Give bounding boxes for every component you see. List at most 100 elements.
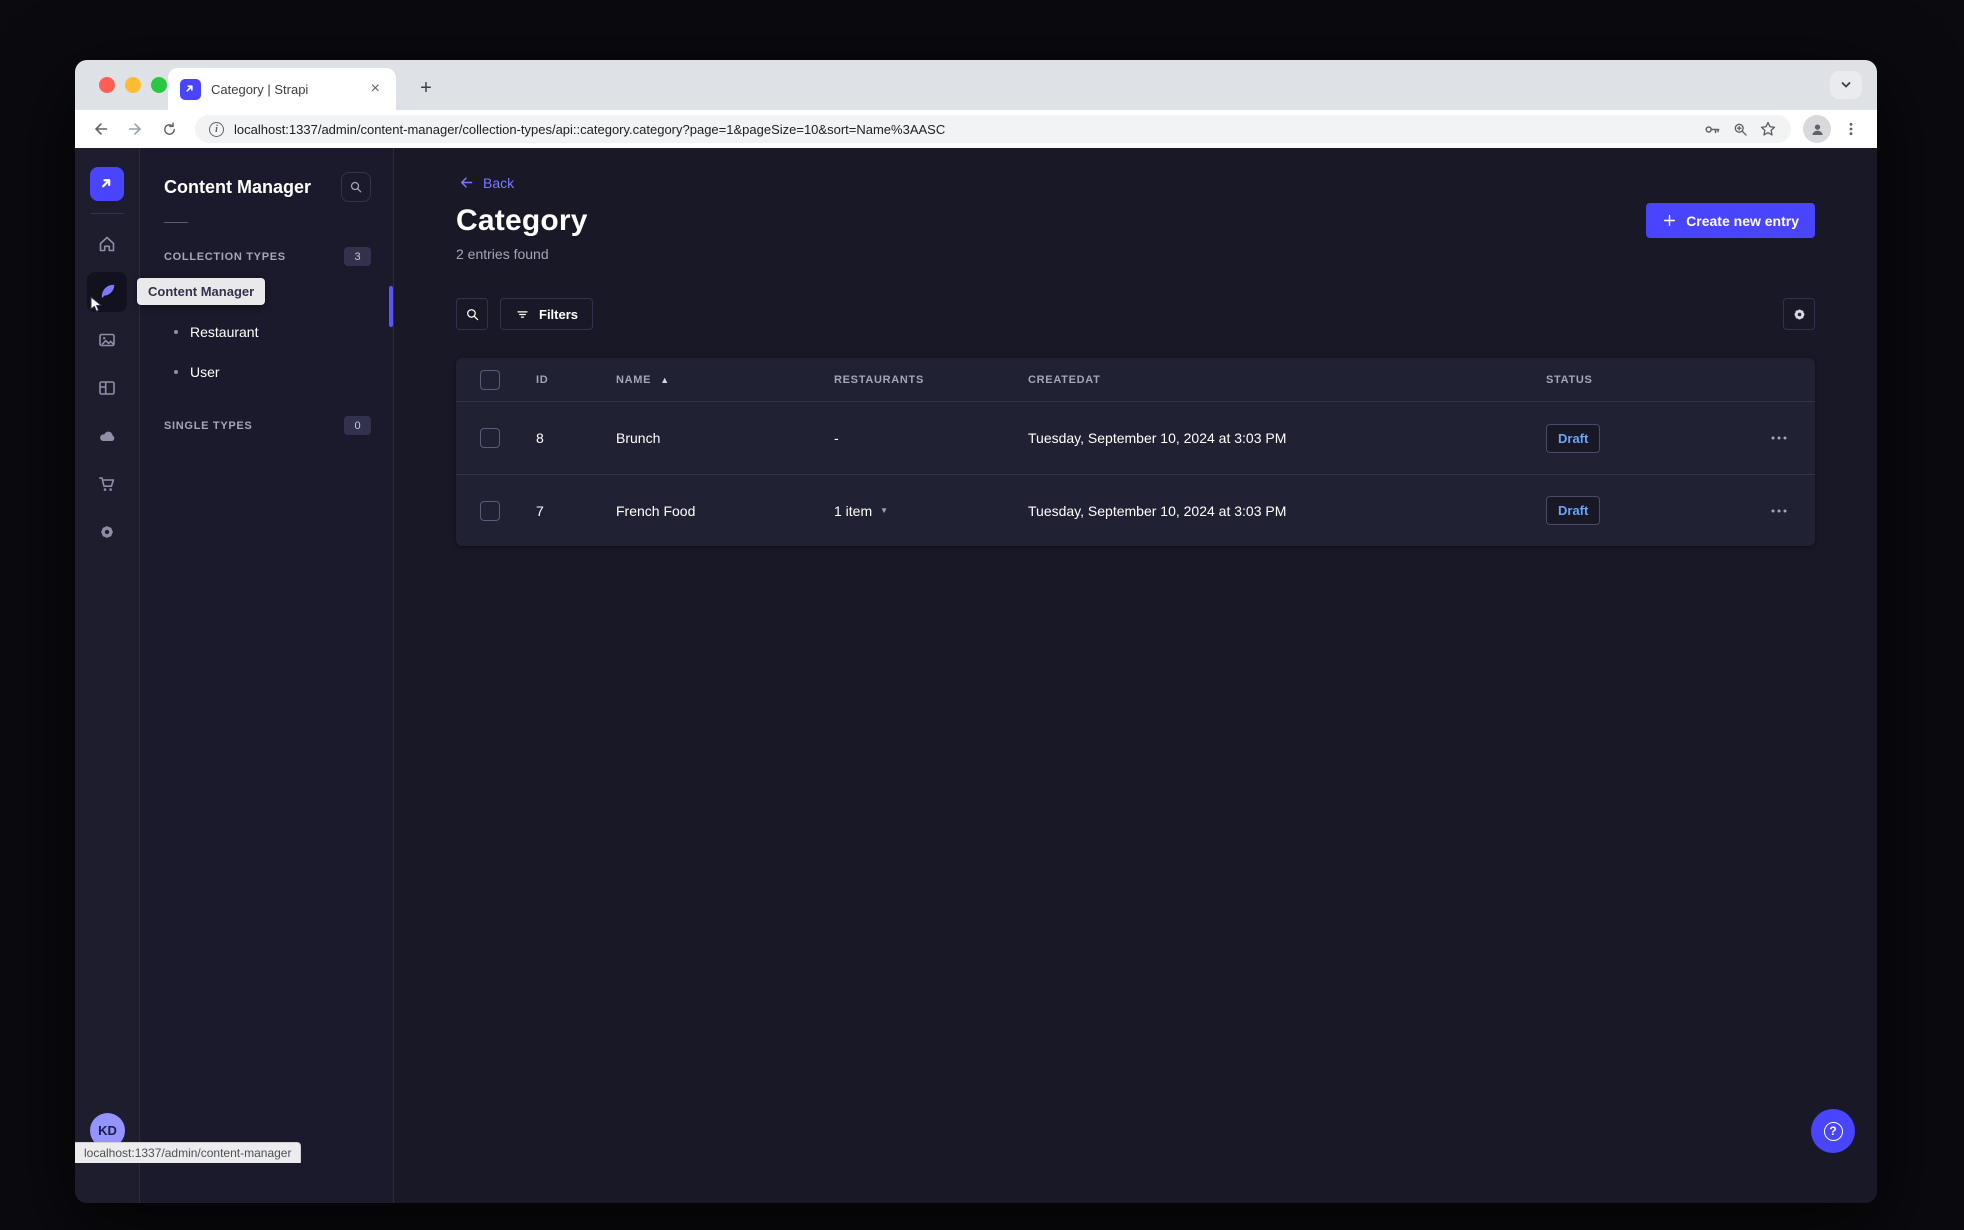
- tab-strip: Category | Strapi × +: [75, 60, 1877, 110]
- header-restaurants[interactable]: RESTAURANTS: [834, 374, 924, 386]
- list-search-button[interactable]: [456, 298, 488, 330]
- more-horizontal-icon: [1771, 509, 1787, 512]
- cell-restaurants[interactable]: 1 item: [834, 503, 872, 519]
- help-button[interactable]: ?: [1811, 1109, 1855, 1153]
- filters-label: Filters: [539, 306, 579, 322]
- select-all-checkbox[interactable]: [480, 369, 500, 390]
- sort-ascending-icon[interactable]: ▲: [660, 375, 669, 385]
- browser-profile-button[interactable]: [1803, 115, 1831, 143]
- nav-marketplace-button[interactable]: [87, 464, 127, 504]
- nav-home-button[interactable]: [87, 224, 127, 264]
- table-row[interactable]: 8 Brunch - Tuesday, September 10, 2024 a…: [456, 402, 1815, 474]
- cell-name: Brunch: [616, 430, 661, 446]
- gear-icon: [1794, 309, 1804, 319]
- row-checkbox[interactable]: [480, 500, 500, 521]
- bullet-icon: [174, 330, 178, 334]
- nav-content-manager-button[interactable]: [87, 272, 127, 312]
- tab-close-icon[interactable]: ×: [367, 79, 384, 99]
- browser-toolbar: i localhost:1337/admin/content-manager/c…: [75, 110, 1877, 148]
- reload-button[interactable]: [155, 115, 183, 143]
- header-name[interactable]: NAME: [616, 374, 651, 386]
- strapi-logo[interactable]: [90, 167, 124, 201]
- cell-createdat: Tuesday, September 10, 2024 at 3:03 PM: [1028, 430, 1287, 446]
- plus-icon: [1664, 214, 1676, 227]
- filter-icon: [517, 310, 528, 318]
- header-id[interactable]: ID: [536, 374, 548, 386]
- subnav-item-restaurant[interactable]: Restaurant: [140, 312, 393, 352]
- header-status[interactable]: STATUS: [1546, 374, 1593, 386]
- arrow-left-icon: [460, 177, 473, 188]
- entries-table: ID NAME ▲ RESTAURANTS CREATEDAT STATUS 8…: [456, 358, 1815, 546]
- content-manager-subnav: Content Manager COLLECTION TYPES 3 Categ…: [140, 148, 394, 1203]
- main-nav-rail: KD: [75, 148, 140, 1203]
- forward-nav-button[interactable]: [121, 115, 149, 143]
- nav-cloud-button[interactable]: [87, 416, 127, 456]
- close-window-button[interactable]: [99, 77, 115, 93]
- cell-restaurants: -: [834, 430, 839, 446]
- header-createdat[interactable]: CREATEDAT: [1028, 374, 1101, 386]
- status-badge: Draft: [1546, 496, 1601, 525]
- strapi-admin: KD Content Manager COLLECTION TYPES 3 Ca…: [75, 148, 1877, 1203]
- subnav-item-user[interactable]: User: [140, 352, 393, 392]
- mouse-cursor-icon: [89, 296, 105, 314]
- subnav-search-button[interactable]: [341, 172, 371, 202]
- view-settings-button[interactable]: [1783, 298, 1815, 330]
- nav-media-library-button[interactable]: [87, 320, 127, 360]
- search-icon: [466, 308, 478, 320]
- zoom-window-button[interactable]: [151, 77, 167, 93]
- url-text[interactable]: localhost:1337/admin/content-manager/col…: [234, 122, 1693, 137]
- tab-title: Category | Strapi: [211, 81, 309, 97]
- bullet-icon: [174, 370, 178, 374]
- cell-id: 8: [536, 430, 544, 446]
- password-key-icon[interactable]: [1703, 120, 1722, 139]
- nav-settings-button[interactable]: [87, 512, 127, 552]
- rail-divider: [90, 213, 124, 214]
- nav-content-type-builder-button[interactable]: [87, 368, 127, 408]
- more-horizontal-icon: [1771, 436, 1787, 440]
- zoom-search-icon[interactable]: [1732, 121, 1749, 138]
- url-bar[interactable]: i localhost:1337/admin/content-manager/c…: [195, 115, 1791, 143]
- active-item-indicator: [389, 286, 393, 327]
- row-checkbox[interactable]: [480, 428, 500, 448]
- link-preview-status-bar: localhost:1337/admin/content-manager: [75, 1142, 302, 1163]
- filters-button[interactable]: Filters: [500, 298, 594, 330]
- table-header-row: ID NAME ▲ RESTAURANTS CREATEDAT STATUS: [456, 358, 1815, 402]
- collection-types-label: COLLECTION TYPES: [164, 250, 286, 263]
- back-link-label: Back: [483, 174, 515, 191]
- create-new-entry-button[interactable]: Create new entry: [1646, 203, 1815, 238]
- cell-name: French Food: [616, 502, 696, 519]
- browser-tab[interactable]: Category | Strapi ×: [168, 68, 396, 110]
- minimize-window-button[interactable]: [125, 77, 141, 93]
- cloud-icon: [100, 431, 115, 441]
- content-manager-tooltip: Content Manager: [137, 278, 266, 305]
- question-mark-icon: ?: [1823, 1121, 1843, 1141]
- subnav-item-label: Restaurant: [190, 324, 259, 340]
- status-badge: Draft: [1546, 423, 1601, 453]
- back-link[interactable]: Back: [458, 174, 1815, 191]
- subnav-title: Content Manager: [164, 176, 312, 197]
- create-new-entry-label: Create new entry: [1686, 212, 1799, 229]
- cell-createdat: Tuesday, September 10, 2024 at 3:03 PM: [1028, 502, 1287, 519]
- single-types-count: 0: [344, 416, 371, 435]
- window-controls: [99, 77, 167, 93]
- chevron-down-icon[interactable]: ▼: [880, 506, 888, 515]
- row-actions-button[interactable]: [1771, 436, 1787, 440]
- search-icon: [350, 181, 362, 193]
- row-actions-button[interactable]: [1771, 509, 1787, 513]
- tab-search-button[interactable]: [1830, 71, 1862, 99]
- browser-menu-button[interactable]: [1837, 115, 1865, 143]
- subnav-item-label: User: [190, 364, 220, 380]
- shopping-cart-icon: [99, 477, 115, 491]
- table-row[interactable]: 7 French Food 1 item ▼ Tuesday, Septembe…: [456, 474, 1815, 546]
- back-nav-button[interactable]: [87, 115, 115, 143]
- content-type-builder-icon: [99, 381, 115, 395]
- page-title: Category: [456, 204, 588, 237]
- page-info-icon[interactable]: i: [209, 121, 224, 137]
- single-types-label: SINGLE TYPES: [164, 419, 253, 432]
- cell-id: 7: [536, 502, 544, 519]
- main-content: Back Category Create new entry 2 entries…: [394, 148, 1877, 1203]
- entries-count-subtitle: 2 entries found: [456, 246, 549, 262]
- new-tab-button[interactable]: +: [411, 73, 441, 103]
- bookmark-star-icon[interactable]: [1759, 120, 1777, 138]
- browser-window: Category | Strapi × + i localhost:1337/a…: [75, 60, 1877, 1203]
